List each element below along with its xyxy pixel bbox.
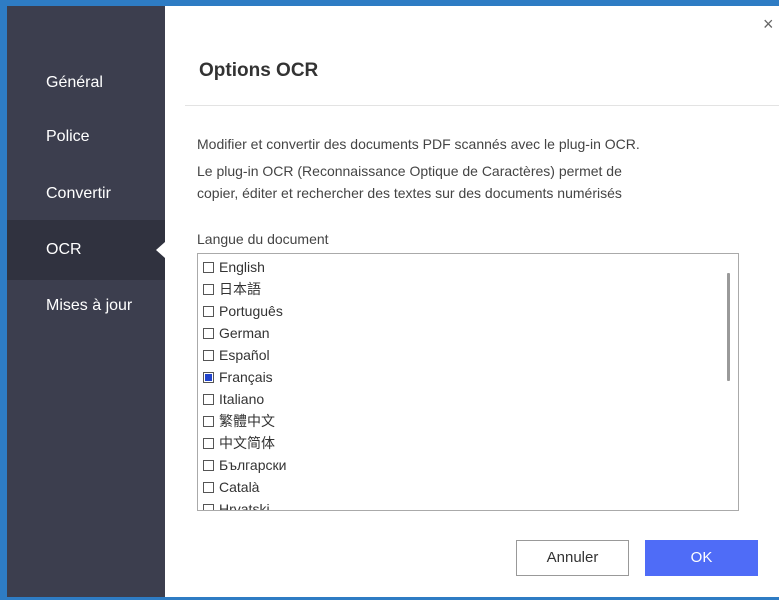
language-option-label: Български	[219, 457, 287, 473]
language-option[interactable]: Português	[203, 300, 286, 322]
page-title: Options OCR	[199, 60, 319, 81]
language-option-label: Italiano	[219, 391, 265, 407]
checkbox-icon[interactable]	[203, 415, 214, 427]
language-option-label: Español	[219, 347, 270, 363]
checkbox-icon[interactable]	[203, 393, 214, 405]
language-option[interactable]: 中文简体	[203, 432, 286, 454]
language-option[interactable]: Català	[203, 476, 286, 498]
language-list-box[interactable]: English 日本語 Português German Español Français…	[197, 253, 739, 511]
description-line-2: Le plug-in OCR (Reconnaissance Optique d…	[197, 163, 622, 179]
language-option[interactable]: Español	[203, 344, 286, 366]
checkbox-checked-icon[interactable]	[203, 371, 214, 383]
language-option[interactable]: Italiano	[203, 388, 286, 410]
language-option-label: 繁體中文	[219, 413, 275, 429]
language-option[interactable]: 日本語	[203, 278, 286, 300]
language-option[interactable]: 繁體中文	[203, 410, 286, 432]
sidebar-item-label: Police	[46, 128, 90, 145]
language-option[interactable]: German	[203, 322, 286, 344]
checkbox-icon[interactable]	[203, 327, 214, 339]
checkbox-icon[interactable]	[203, 261, 214, 273]
description-line-3: copier, éditer et rechercher des textes …	[197, 185, 622, 201]
checkbox-icon[interactable]	[203, 481, 214, 493]
sidebar-item-label: Convertir	[46, 185, 111, 202]
language-option-label: German	[219, 325, 270, 341]
sidebar-item-convertir[interactable]: Convertir	[7, 164, 165, 224]
language-option[interactable]: Français	[203, 366, 286, 388]
window-frame-left	[0, 0, 7, 600]
checkbox-icon[interactable]	[203, 437, 214, 449]
sidebar-item-general[interactable]: Général	[7, 53, 165, 113]
ok-button[interactable]: OK	[645, 540, 758, 576]
language-option-label: Català	[219, 479, 260, 495]
description-line-1: Modifier et convertir des documents PDF …	[197, 136, 640, 152]
sidebar-item-mises-a-jour[interactable]: Mises à jour	[7, 276, 165, 336]
scrollbar-thumb[interactable]	[727, 273, 730, 381]
language-option-label: Français	[219, 369, 273, 385]
close-icon[interactable]: ×	[763, 14, 779, 34]
checkbox-icon[interactable]	[203, 503, 214, 510]
sidebar-item-label: Général	[46, 74, 103, 91]
checkbox-icon[interactable]	[203, 349, 214, 361]
language-option-label: 中文简体	[219, 435, 275, 451]
language-option[interactable]: English	[203, 256, 286, 278]
language-option-label: 日本語	[219, 281, 261, 297]
language-list: English 日本語 Português German Español Français…	[203, 256, 286, 511]
language-option-label: Hrvatski	[219, 501, 270, 511]
title-divider	[185, 105, 779, 106]
sidebar-item-label: Mises à jour	[46, 297, 133, 314]
checkbox-icon[interactable]	[203, 459, 214, 471]
language-option-label: Português	[219, 303, 283, 319]
sidebar-item-label: OCR	[46, 241, 82, 258]
cancel-button[interactable]: Annuler	[516, 540, 629, 576]
checkbox-icon[interactable]	[203, 283, 214, 295]
language-option-label: English	[219, 259, 265, 275]
sidebar-item-police[interactable]: Police	[7, 107, 165, 167]
sidebar-item-ocr[interactable]: OCR	[7, 220, 165, 280]
sidebar: Général Police Convertir OCR Mises à jou…	[7, 6, 165, 597]
language-option[interactable]: Hrvatski	[203, 498, 286, 511]
active-indicator-icon	[156, 242, 165, 258]
language-label: Langue du document	[197, 231, 329, 247]
language-option[interactable]: Български	[203, 454, 286, 476]
checkbox-icon[interactable]	[203, 305, 214, 317]
